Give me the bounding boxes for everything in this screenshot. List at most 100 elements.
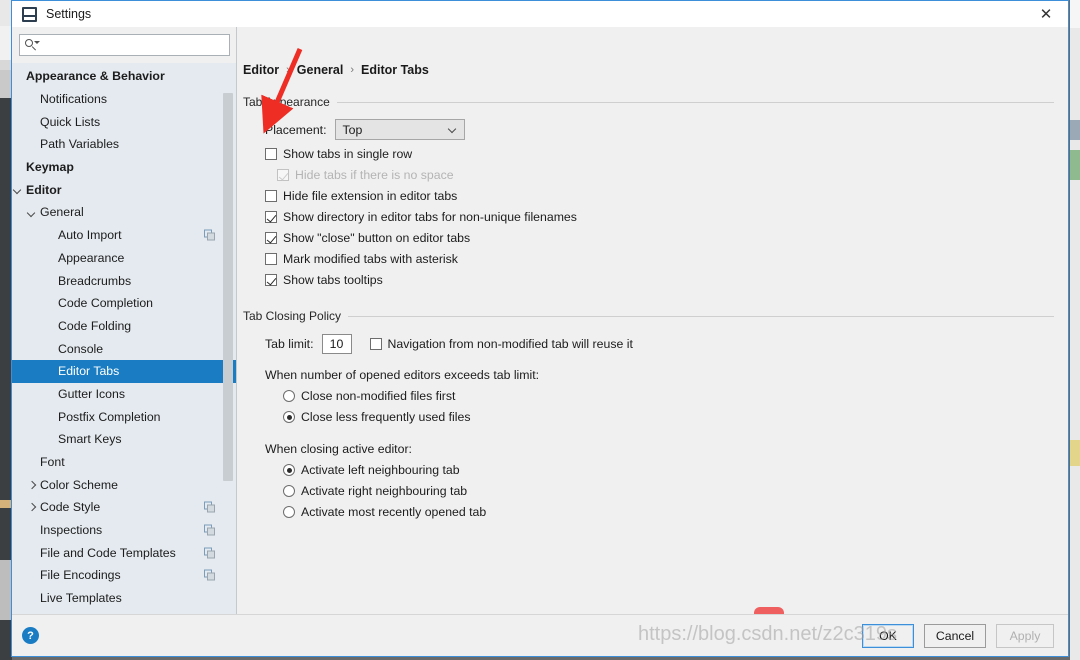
sidebar-item-appearance[interactable]: Appearance xyxy=(12,247,236,270)
sidebar-item-label: Keymap xyxy=(26,160,74,175)
sidebar-item-file-encodings[interactable]: File Encodings xyxy=(12,564,236,587)
copy-settings-icon[interactable] xyxy=(204,524,215,536)
sidebar-item-label: Notifications xyxy=(40,92,107,107)
sidebar-item-label: Appearance & Behavior xyxy=(26,69,165,84)
sidebar-item-smart-keys[interactable]: Smart Keys xyxy=(12,428,236,451)
search-box[interactable] xyxy=(19,34,230,56)
sidebar-item-inspections[interactable]: Inspections xyxy=(12,519,236,542)
radio-row-activate-right-neighbouring-tab[interactable]: Activate right neighbouring tab xyxy=(243,484,1054,498)
background-strip xyxy=(1070,150,1080,180)
radio-button[interactable] xyxy=(283,506,295,518)
placement-value: Top xyxy=(342,122,363,137)
sidebar-item-keymap[interactable]: Keymap xyxy=(12,156,236,179)
sidebar-item-code-style[interactable]: Code Style xyxy=(12,496,236,519)
sidebar-item-label: Gutter Icons xyxy=(58,386,125,401)
tab-appearance-group-title: Tab Appearance xyxy=(243,95,1054,109)
sidebar-item-code-folding[interactable]: Code Folding xyxy=(12,315,236,338)
chevron-down-icon[interactable] xyxy=(12,184,24,196)
radio-row-close-less-frequently-used-files[interactable]: Close less frequently used files xyxy=(243,410,1054,424)
breadcrumb-item-editor[interactable]: Editor xyxy=(243,63,279,77)
sidebar-scrollbar-thumb[interactable] xyxy=(223,93,233,481)
sidebar-item-live-templates[interactable]: Live Templates xyxy=(12,587,236,610)
cancel-button[interactable]: Cancel xyxy=(924,623,986,648)
ok-button[interactable]: OK xyxy=(862,623,914,648)
checkbox-label: Mark modified tabs with asterisk xyxy=(283,252,458,266)
sidebar-item-breadcrumbs[interactable]: Breadcrumbs xyxy=(12,269,236,292)
breadcrumb-item-general[interactable]: General xyxy=(297,63,344,77)
sidebar-scrollbar[interactable] xyxy=(223,27,233,614)
group-divider xyxy=(336,101,1054,103)
sidebar-item-file-and-code-templates[interactable]: File and Code Templates xyxy=(12,541,236,564)
sidebar-item-appearance-behavior[interactable]: Appearance & Behavior xyxy=(12,65,236,88)
checkbox-row-show-tabs-in-single-row[interactable]: Show tabs in single row xyxy=(243,147,1054,161)
sidebar-item-notifications[interactable]: Notifications xyxy=(12,88,236,111)
settings-sidebar: Appearance & Behavior Notifications Quick … xyxy=(12,27,237,614)
sidebar-item-label: Code Style xyxy=(40,500,101,515)
checkbox[interactable] xyxy=(265,190,277,202)
sidebar-item-color-scheme[interactable]: Color Scheme xyxy=(12,473,236,496)
tab-limit-input[interactable] xyxy=(321,334,352,354)
checkbox-row-show-tabs-tooltips[interactable]: Show tabs tooltips xyxy=(243,273,1054,287)
sidebar-item-editor-tabs[interactable]: Editor Tabs xyxy=(12,359,236,383)
sidebar-item-label: Code Folding xyxy=(58,318,132,333)
sidebar-item-path-variables[interactable]: Path Variables xyxy=(12,133,236,156)
close-icon[interactable]: ✕ xyxy=(1024,1,1068,27)
radio-button[interactable] xyxy=(283,411,295,423)
checkbox[interactable] xyxy=(265,148,277,160)
sidebar-item-quick-lists[interactable]: Quick Lists xyxy=(12,110,236,133)
breadcrumb-item-editor-tabs[interactable]: Editor Tabs xyxy=(361,63,429,77)
navigation-reuse-checkbox[interactable] xyxy=(369,338,382,350)
copy-settings-icon[interactable] xyxy=(204,569,215,581)
radio-row-activate-left-neighbouring-tab[interactable]: Activate left neighbouring tab xyxy=(243,463,1054,477)
radio-button[interactable] xyxy=(283,485,295,497)
sidebar-item-code-completion[interactable]: Code Completion xyxy=(12,292,236,315)
dialog-body: Appearance & Behavior Notifications Quick … xyxy=(12,27,1068,637)
checkbox-row-hide-file-extension-in-editor-tabs[interactable]: Hide file extension in editor tabs xyxy=(243,189,1054,203)
checkbox-row-show-close-button-on-editor-tabs[interactable]: Show "close" button on editor tabs xyxy=(243,231,1054,245)
sidebar-item-font[interactable]: Font xyxy=(12,451,236,474)
radio-button[interactable] xyxy=(283,464,295,476)
sidebar-item-label: Auto Import xyxy=(58,228,122,243)
copy-settings-icon[interactable] xyxy=(204,229,215,241)
sidebar-item-gutter-icons[interactable]: Gutter Icons xyxy=(12,383,236,406)
placement-row: Placement: Top xyxy=(243,119,1054,140)
copy-settings-icon[interactable] xyxy=(204,501,215,513)
exceeds-limit-radio-group: Close non-modified files first Close less… xyxy=(243,389,1054,424)
sidebar-item-label: Inspections xyxy=(40,523,103,538)
radio-row-activate-most-recently-opened-tab[interactable]: Activate most recently opened tab xyxy=(243,505,1054,519)
sidebar-item-editor[interactable]: Editor xyxy=(12,178,236,201)
checkbox[interactable] xyxy=(265,232,277,244)
sidebar-item-console[interactable]: Console xyxy=(12,337,236,360)
checkbox[interactable] xyxy=(265,274,277,286)
checkbox-row-mark-modified-tabs-with-asterisk[interactable]: Mark modified tabs with asterisk xyxy=(243,252,1054,266)
radio-label: Activate most recently opened tab xyxy=(301,505,487,519)
chevron-right-icon[interactable] xyxy=(26,479,38,491)
help-icon[interactable]: ? xyxy=(22,627,39,644)
navigation-reuse-checkbox-row[interactable]: Navigation from non-modified tab will re… xyxy=(352,337,633,351)
checkbox-label: Show tabs in single row xyxy=(283,147,413,161)
chevron-right-icon[interactable] xyxy=(26,501,38,513)
sidebar-item-label: File and Code Templates xyxy=(40,545,176,560)
placement-select[interactable]: Top xyxy=(334,119,465,140)
sidebar-item-general[interactable]: General xyxy=(12,201,236,224)
sidebar-item-label: Live Templates xyxy=(40,591,122,606)
radio-row-close-non-modified-files-first[interactable]: Close non-modified files first xyxy=(243,389,1054,403)
settings-dialog: Settings ✕ Appearance & Behavior Notifica… xyxy=(11,0,1069,657)
checkbox[interactable] xyxy=(265,253,277,265)
radio-button[interactable] xyxy=(283,390,295,402)
checkbox-row-show-directory-in-editor-tabs-for-non-unique-filenames[interactable]: Show directory in editor tabs for non-un… xyxy=(243,210,1054,224)
copy-settings-icon[interactable] xyxy=(204,547,215,559)
exceeds-limit-heading: When number of opened editors exceeds ta… xyxy=(265,368,540,382)
chevron-down-icon[interactable] xyxy=(26,206,38,218)
sidebar-item-postfix-completion[interactable]: Postfix Completion xyxy=(12,405,236,428)
sidebar-item-auto-import[interactable]: Auto Import xyxy=(12,224,236,247)
checkbox[interactable] xyxy=(265,211,277,223)
search-input[interactable] xyxy=(38,37,229,53)
